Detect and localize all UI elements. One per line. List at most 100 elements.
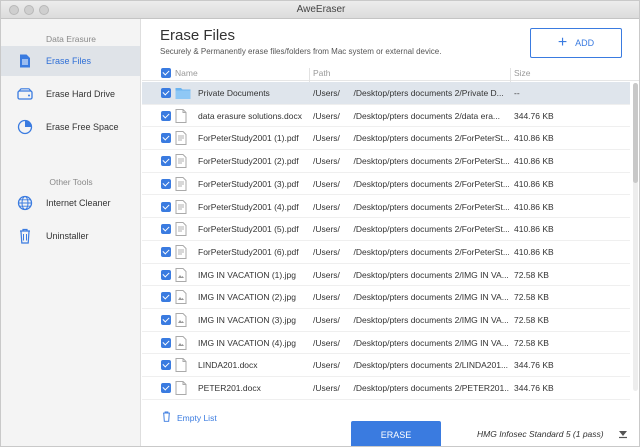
pie-chart-icon: [16, 118, 34, 136]
column-header-size[interactable]: Size: [514, 68, 531, 78]
sidebar-item-erase-hard-drive[interactable]: Erase Hard Drive: [1, 79, 140, 109]
file-size: 72.58 KB: [514, 292, 549, 303]
file-name: Private Documents: [198, 88, 270, 98]
file-name: LINDA201.docx: [198, 360, 258, 371]
file-name: ForPeterStudy2001 (5).pdf: [198, 224, 299, 235]
row-checkbox[interactable]: [161, 246, 171, 257]
pdf-file-icon: [175, 131, 191, 146]
row-checkbox[interactable]: [161, 88, 171, 98]
sidebar-item-label: Uninstaller: [46, 231, 89, 241]
sidebar-item-erase-files[interactable]: Erase Files: [1, 46, 140, 76]
file-path: /Users/ /Desktop/pters documents 2/ForPe…: [313, 156, 509, 167]
table-header: Name Path Size: [142, 65, 639, 84]
sidebar-section-data-erasure: Data Erasure: [45, 34, 97, 44]
file-name: IMG IN VACATION (4).jpg: [198, 337, 296, 348]
sidebar-item-label: Erase Hard Drive: [46, 89, 116, 99]
zoom-window-button[interactable]: [39, 5, 49, 15]
column-header-path[interactable]: Path: [313, 68, 331, 78]
row-checkbox[interactable]: [161, 156, 171, 167]
sidebar-item-label: Erase Files: [46, 56, 92, 66]
row-checkbox[interactable]: [161, 201, 171, 212]
file-path: /Users/ /Desktop/pters documents 2/IMG I…: [313, 292, 509, 303]
image-file-icon: [175, 267, 191, 282]
globe-icon: [16, 194, 34, 212]
row-checkbox[interactable]: [161, 315, 171, 325]
empty-list-button[interactable]: Empty List: [162, 411, 217, 424]
file-path: /Users/ /Desktop/pters documents 2/data …: [313, 110, 500, 121]
file-path: /Users/ /Desktop/pters documents 2/ForPe…: [313, 133, 509, 144]
trash-icon: [16, 227, 34, 245]
footer: Empty List ERASE HMG Infosec Standard 5 …: [142, 401, 639, 446]
row-checkbox[interactable]: [161, 133, 171, 144]
sidebar-section-other-tools: Other Tools: [49, 177, 93, 187]
file-path: /Users/ /Desktop/pters documents 2/ForPe…: [313, 178, 509, 189]
file-name: IMG IN VACATION (1).jpg: [198, 269, 296, 280]
pdf-file-icon: [175, 222, 191, 237]
table-row[interactable]: PETER201.docx/Users/ /Desktop/pters docu…: [142, 377, 630, 400]
select-all-checkbox[interactable]: [161, 68, 171, 78]
sidebar-item-internet-cleaner[interactable]: Internet Cleaner: [1, 188, 140, 218]
file-size: 344.76 KB: [514, 383, 554, 394]
table-row[interactable]: IMG IN VACATION (2).jpg/Users/ /Desktop/…: [142, 286, 630, 309]
table-row[interactable]: IMG IN VACATION (3).jpg/Users/ /Desktop/…: [142, 309, 630, 332]
file-size: 410.86 KB: [514, 178, 554, 189]
minimize-window-button[interactable]: [24, 5, 34, 15]
sidebar-item-uninstaller[interactable]: Uninstaller: [1, 221, 140, 251]
table-row[interactable]: ForPeterStudy2001 (2).pdf/Users/ /Deskto…: [142, 150, 630, 173]
vertical-scrollbar[interactable]: [633, 83, 638, 391]
scrollbar-thumb[interactable]: [633, 83, 638, 183]
file-path: /Users/ /Desktop/pters documents 2/IMG I…: [313, 337, 509, 348]
table-row[interactable]: ForPeterStudy2001 (3).pdf/Users/ /Deskto…: [142, 173, 630, 196]
pdf-file-icon: [175, 244, 191, 259]
window-title: AweEraser: [296, 4, 346, 15]
file-size: 410.86 KB: [514, 156, 554, 167]
file-table: Name Path Size Private Documents/Users/ …: [142, 65, 639, 401]
file-path: /Users/ /Desktop/pters documents 2/LINDA…: [313, 360, 509, 371]
file-icon: [16, 52, 34, 70]
pdf-file-icon: [175, 199, 191, 214]
table-row[interactable]: ForPeterStudy2001 (5).pdf/Users/ /Deskto…: [142, 218, 630, 241]
row-checkbox[interactable]: [161, 269, 171, 280]
table-row[interactable]: ForPeterStudy2001 (4).pdf/Users/ /Deskto…: [142, 196, 630, 219]
row-checkbox[interactable]: [161, 224, 171, 235]
file-size: 410.86 KB: [514, 246, 554, 257]
file-size: 72.58 KB: [514, 269, 549, 280]
table-row[interactable]: IMG IN VACATION (4).jpg/Users/ /Desktop/…: [142, 332, 630, 355]
image-file-icon: [175, 290, 191, 305]
row-checkbox[interactable]: [161, 178, 171, 189]
table-row[interactable]: LINDA201.docx/Users/ /Desktop/pters docu…: [142, 354, 630, 378]
file-size: 344.76 KB: [514, 110, 554, 121]
file-name: ForPeterStudy2001 (2).pdf: [198, 156, 299, 167]
row-checkbox[interactable]: [161, 383, 171, 394]
file-size: --: [514, 88, 520, 98]
add-button[interactable]: + ADD: [530, 28, 622, 58]
file-name: IMG IN VACATION (3).jpg: [198, 315, 296, 325]
column-header-name[interactable]: Name: [175, 68, 198, 78]
sidebar-item-label: Erase Free Space: [46, 122, 119, 132]
file-size: 344.76 KB: [514, 360, 554, 371]
document-icon: [175, 358, 191, 373]
row-checkbox[interactable]: [161, 110, 171, 121]
sidebar: Data Erasure Erase Files Erase Hard Driv…: [1, 19, 141, 446]
erasure-method-select[interactable]: HMG Infosec Standard 5 (1 pass): [477, 429, 604, 439]
table-row[interactable]: ForPeterStudy2001 (1).pdf/Users/ /Deskto…: [142, 127, 630, 151]
plus-icon: +: [557, 34, 568, 51]
table-row[interactable]: IMG IN VACATION (1).jpg/Users/ /Desktop/…: [142, 264, 630, 287]
table-row[interactable]: ForPeterStudy2001 (6).pdf/Users/ /Deskto…: [142, 241, 630, 264]
file-size: 410.86 KB: [514, 224, 554, 235]
pdf-file-icon: [175, 176, 191, 191]
sidebar-item-erase-free-space[interactable]: Erase Free Space: [1, 112, 140, 142]
row-checkbox[interactable]: [161, 360, 171, 371]
file-path: /Users/ /Desktop/pters documents 2/Priva…: [313, 88, 504, 98]
trash-icon: [162, 411, 171, 424]
row-checkbox[interactable]: [161, 292, 171, 303]
close-window-button[interactable]: [9, 5, 19, 15]
erase-button[interactable]: ERASE: [351, 421, 441, 446]
page-subtitle: Securely & Permanently erase files/folde…: [160, 47, 442, 56]
table-row[interactable]: data erasure solutions.docx/Users/ /Desk…: [142, 105, 630, 128]
image-file-icon: [175, 335, 191, 350]
table-row[interactable]: Private Documents/Users/ /Desktop/pters …: [142, 82, 630, 105]
dropdown-arrow-icon[interactable]: [618, 429, 628, 439]
add-button-label: ADD: [575, 38, 595, 48]
row-checkbox[interactable]: [161, 337, 171, 348]
